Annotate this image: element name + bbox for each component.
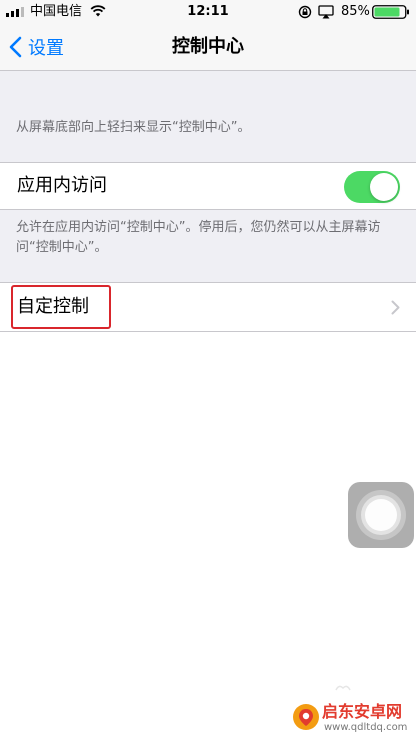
rotation-lock-icon bbox=[298, 5, 312, 19]
airplay-icon bbox=[318, 5, 334, 19]
navigation-bar: 设置 控制中心 bbox=[0, 24, 416, 71]
watermark-logo-icon bbox=[293, 704, 319, 730]
highlight-annotation bbox=[11, 285, 111, 329]
watermark-url: www.qdltdq.com bbox=[324, 722, 408, 733]
battery-percentage: 85% bbox=[341, 4, 370, 19]
watermark: 启东安卓网 www.qdltdq.com bbox=[292, 700, 416, 738]
page-title: 控制中心 bbox=[172, 36, 244, 57]
status-bar: 中国电信 12:11 85% bbox=[0, 0, 416, 24]
access-within-apps-cell: 应用内访问 bbox=[0, 162, 416, 210]
watermark-title: 启东安卓网 bbox=[322, 702, 403, 721]
toggle-knob bbox=[370, 173, 398, 201]
chevron-right-icon bbox=[391, 300, 400, 315]
faint-mark-icon bbox=[335, 685, 351, 691]
access-within-apps-label: 应用内访问 bbox=[17, 175, 107, 196]
assistive-touch-button[interactable] bbox=[348, 482, 414, 548]
access-description-text: 允许在应用内访问“控制中心”。停用后，您仍然可以从主屏幕访问“控制中心”。 bbox=[16, 220, 381, 255]
swipe-hint-text: 从屏幕底部向上轻扫来显示“控制中心”。 bbox=[16, 120, 251, 135]
access-within-apps-toggle[interactable] bbox=[344, 171, 400, 203]
assistive-touch-core bbox=[365, 499, 397, 531]
battery-icon bbox=[372, 5, 409, 19]
settings-screen: 中国电信 12:11 85% 设置 控制中心 从屏幕底部向上轻扫来显示“控制中心… bbox=[0, 0, 416, 738]
